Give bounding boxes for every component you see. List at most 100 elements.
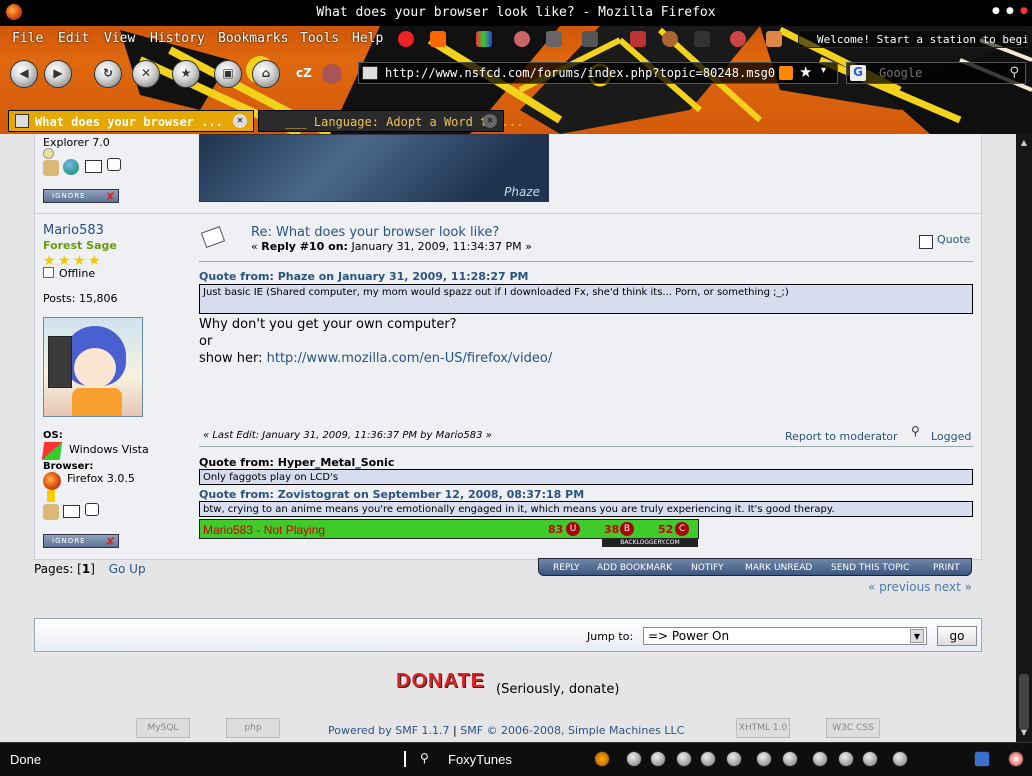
bookmark-star-button[interactable]: ★: [172, 60, 200, 88]
sig-quote2-header[interactable]: Quote from: Zovistograt on September 12,…: [199, 488, 584, 501]
xhtml-badge[interactable]: XHTML 1.0: [736, 718, 790, 738]
powered-by-link[interactable]: Powered by SMF 1.1.7: [328, 724, 450, 737]
foxytunes-options-icon[interactable]: [892, 751, 908, 767]
firefox-video-link[interactable]: http://www.mozilla.com/en-US/firefox/vid…: [267, 351, 553, 366]
quote-icon[interactable]: [919, 235, 933, 249]
prev-next-links[interactable]: « previous next »: [868, 580, 972, 594]
tab-browser-topic[interactable]: What does your browser ... ✕: [8, 110, 254, 132]
pm-bubble-icon[interactable]: [85, 503, 99, 516]
php-badge[interactable]: php: [226, 718, 280, 738]
reload-button[interactable]: ↻: [94, 60, 122, 88]
back-button[interactable]: ◀: [10, 60, 38, 88]
menu-bookmarks[interactable]: Bookmarks: [218, 31, 288, 46]
quote-button[interactable]: Quote: [937, 233, 970, 246]
forward-button[interactable]: ▶: [44, 60, 72, 88]
backloggery-banner[interactable]: Mario583 - Not Playing 83 U 38 B 52 C BA…: [199, 519, 699, 547]
scroll-up-icon[interactable]: ▲: [1019, 138, 1029, 148]
menu-tools[interactable]: Tools: [300, 31, 339, 46]
bookmark-page-star-icon[interactable]: ★: [799, 63, 812, 81]
mysql-badge[interactable]: MySQL: [136, 718, 190, 738]
report-link[interactable]: Report to moderator: [785, 430, 898, 443]
maximize-button[interactable]: ●: [1006, 6, 1014, 16]
prev-ignore-button[interactable]: IGNORE ✘: [43, 189, 119, 203]
copyright-link[interactable]: SMF © 2006-2008, Simple Machines LLC: [460, 724, 684, 737]
foxytunes-label[interactable]: FoxyTunes: [448, 752, 512, 767]
menu-view[interactable]: View: [104, 31, 135, 46]
send-topic-button[interactable]: SEND THIS TOPIC: [831, 563, 909, 573]
post-title[interactable]: Re: What does your browser look like?: [251, 225, 499, 240]
download-icon[interactable]: [430, 31, 446, 47]
jump-select[interactable]: => Power On ▼: [643, 627, 927, 645]
stop-record-icon[interactable]: [398, 31, 414, 47]
extension-icon[interactable]: [546, 31, 562, 47]
menu-file[interactable]: File: [12, 31, 43, 46]
website-globe-icon[interactable]: [63, 159, 79, 175]
url-bar[interactable]: http://www.nsfcd.com/forums/index.php?to…: [358, 62, 838, 84]
volume-down-icon[interactable]: [862, 751, 878, 767]
stop-icon[interactable]: [700, 751, 716, 767]
scroll-thumb[interactable]: [1019, 674, 1029, 730]
email-icon[interactable]: [85, 160, 102, 173]
player-select-icon[interactable]: [594, 751, 610, 767]
quote-header[interactable]: Quote from: Phaze on January 31, 2009, 1…: [199, 270, 529, 283]
menu-edit[interactable]: Edit: [58, 31, 89, 46]
eject-icon[interactable]: [812, 751, 828, 767]
menu-history[interactable]: History: [150, 31, 205, 46]
ignore-button[interactable]: IGNORE ✘: [43, 534, 119, 548]
tab-close-icon[interactable]: ✕: [233, 114, 247, 128]
avatar[interactable]: [43, 317, 143, 417]
notify-button[interactable]: NOTIFY: [691, 563, 724, 573]
tab-close-icon[interactable]: ✕: [483, 114, 497, 128]
scroll-down-icon[interactable]: ▼: [1019, 728, 1029, 738]
search-input[interactable]: [879, 65, 999, 81]
donate-logo[interactable]: DONATE: [396, 670, 485, 693]
search-magnifier-icon[interactable]: ⚲: [1009, 65, 1019, 80]
poster-name[interactable]: Mario583: [43, 223, 104, 238]
url-text[interactable]: http://www.nsfcd.com/forums/index.php?to…: [385, 66, 775, 80]
print-button[interactable]: PRINT: [933, 563, 960, 573]
google-engine-icon[interactable]: G: [850, 65, 866, 81]
volume-up-icon[interactable]: [838, 751, 854, 767]
tab-language[interactable]: ___ Language: Adopt a Word to ... ✕: [258, 110, 523, 132]
sync-icon[interactable]: [974, 751, 990, 767]
profile-person-icon[interactable]: [43, 504, 59, 520]
heart-icon[interactable]: [630, 31, 646, 47]
css-badge[interactable]: W3C CSS: [826, 718, 880, 738]
foxytunes-menu-icon[interactable]: ⚲: [420, 751, 429, 765]
pm-bubble-icon[interactable]: [107, 158, 121, 171]
rss-tool-icon[interactable]: [766, 31, 782, 47]
search-bar[interactable]: G ⚲: [846, 62, 1026, 84]
colorzilla-button[interactable]: cZ: [296, 66, 312, 80]
minimize-button[interactable]: ●: [992, 6, 1000, 16]
pause-icon[interactable]: [676, 751, 692, 767]
reply-button[interactable]: REPLY: [553, 563, 580, 573]
radio-station-bar[interactable]: Welcome! Start a station to begin: [798, 30, 1028, 48]
previous-track-icon[interactable]: [626, 751, 642, 767]
go-up-link[interactable]: Go Up: [109, 562, 146, 576]
vertical-scrollbar[interactable]: ▲ ▼: [1016, 134, 1032, 742]
mark-unread-button[interactable]: MARK UNREAD: [745, 563, 812, 573]
addon-icon[interactable]: [662, 31, 678, 47]
addon-face-icon[interactable]: [514, 31, 530, 47]
tool-icon[interactable]: [582, 31, 598, 47]
jump-go-button[interactable]: go: [937, 626, 977, 646]
security-icon[interactable]: [1008, 751, 1024, 767]
next-track-icon[interactable]: [726, 751, 742, 767]
wifi-icon[interactable]: [694, 31, 710, 47]
email-icon[interactable]: [63, 505, 80, 518]
colorzilla-icon[interactable]: [476, 31, 492, 47]
stop-button[interactable]: ✕: [132, 60, 160, 88]
menu-help[interactable]: Help: [352, 31, 383, 46]
url-dropdown-icon[interactable]: ▾: [821, 65, 826, 76]
profile-icon[interactable]: [322, 64, 342, 84]
home-button[interactable]: ⌂: [252, 60, 280, 88]
add-bookmark-button[interactable]: ADD BOOKMARK: [597, 563, 672, 573]
msn-icon[interactable]: [47, 490, 55, 502]
volume-icon[interactable]: [756, 751, 772, 767]
shuffle-icon[interactable]: [782, 751, 798, 767]
alert-icon[interactable]: [730, 31, 746, 47]
new-tab-button[interactable]: ▣: [214, 60, 242, 88]
close-button[interactable]: ●: [1020, 6, 1028, 16]
play-icon[interactable]: [650, 751, 666, 767]
rss-icon[interactable]: [779, 66, 793, 80]
